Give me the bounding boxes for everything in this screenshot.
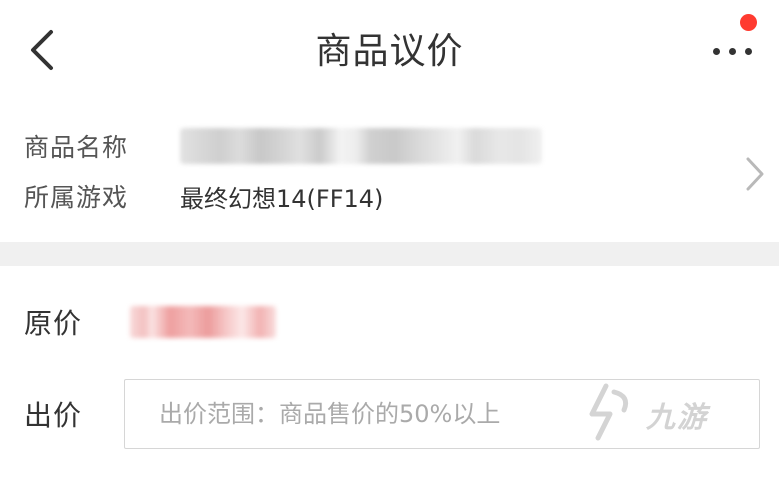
page-title: 商品议价 xyxy=(315,31,464,72)
offer-price-row: 出价 xyxy=(24,378,760,450)
chevron-right-icon xyxy=(746,157,764,191)
more-horizontal-icon xyxy=(713,48,752,55)
product-name-value-redacted xyxy=(180,128,542,164)
bargain-page: 商品议价 商品名称 所属游戏 最终幻想14(FF14) 原价 出价 出价范围：商… xyxy=(0,0,779,489)
product-name-row: 商品名称 xyxy=(24,126,542,166)
offer-price-input[interactable] xyxy=(124,379,760,449)
more-button[interactable] xyxy=(707,14,765,78)
product-name-label: 商品名称 xyxy=(24,133,129,162)
game-row: 所属游戏 最终幻想14(FF14) xyxy=(24,176,383,216)
navigation-bar: 商品议价 xyxy=(0,0,779,100)
original-price-row: 原价 xyxy=(24,300,276,344)
game-value: 最终幻想14(FF14) xyxy=(180,184,384,213)
product-info-card[interactable]: 商品名称 所属游戏 最终幻想14(FF14) xyxy=(0,100,779,242)
original-price-value-redacted xyxy=(130,306,276,338)
original-price-label: 原价 xyxy=(24,307,83,340)
notification-dot xyxy=(740,14,757,31)
section-divider xyxy=(0,242,779,266)
offer-price-label: 出价 xyxy=(24,399,83,432)
game-label: 所属游戏 xyxy=(24,183,129,212)
